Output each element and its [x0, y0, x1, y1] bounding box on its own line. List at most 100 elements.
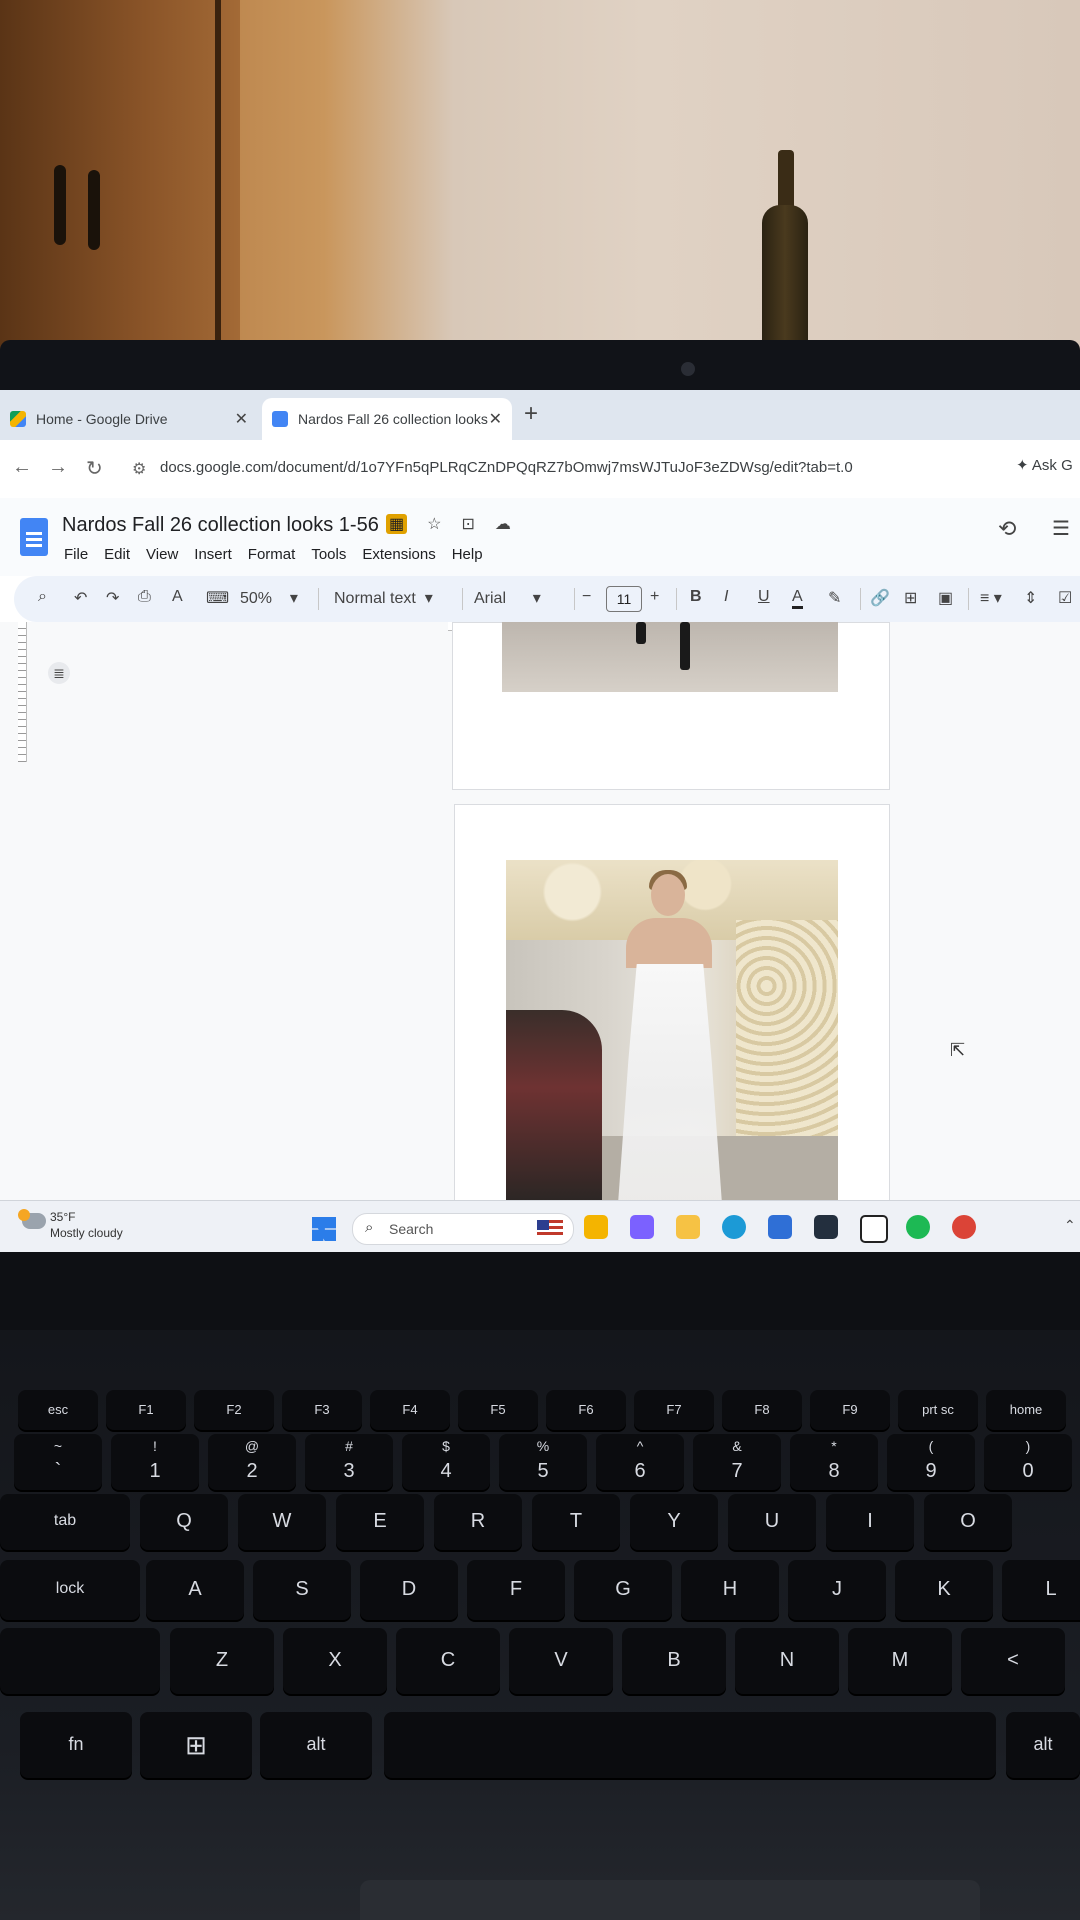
- search-menus-icon[interactable]: ⌕: [38, 588, 47, 606]
- key-6[interactable]: ^ 6: [596, 1434, 684, 1490]
- key-`[interactable]: ~ `: [14, 1434, 102, 1490]
- key-o[interactable]: O: [924, 1494, 1012, 1550]
- document-title[interactable]: Nardos Fall 26 collection looks 1-56: [62, 514, 379, 537]
- italic-button[interactable]: I: [724, 588, 728, 606]
- runway-photo-previous[interactable]: [502, 622, 838, 692]
- key-f2[interactable]: F2: [194, 1390, 274, 1430]
- edge-icon[interactable]: [722, 1215, 746, 1239]
- key-1[interactable]: ! 1: [111, 1434, 199, 1490]
- key-comma[interactable]: <: [961, 1628, 1065, 1694]
- spellcheck-icon[interactable]: A: [172, 588, 183, 606]
- key-d[interactable]: D: [360, 1560, 458, 1620]
- key-f[interactable]: F: [467, 1560, 565, 1620]
- file-manager-icon[interactable]: [584, 1215, 608, 1239]
- key-l[interactable]: L: [1002, 1560, 1080, 1620]
- decrease-font-size-icon[interactable]: −: [582, 588, 591, 606]
- highlight-icon[interactable]: ✎: [828, 588, 841, 608]
- key-esc[interactable]: esc: [18, 1390, 98, 1430]
- undo-icon[interactable]: ↶: [74, 588, 87, 608]
- key-n[interactable]: N: [735, 1628, 839, 1694]
- print-icon[interactable]: ⎙: [138, 588, 151, 606]
- menu-tools[interactable]: Tools: [311, 546, 346, 563]
- key-8[interactable]: * 8: [790, 1434, 878, 1490]
- document-outline-icon[interactable]: ≣: [48, 662, 70, 684]
- key-u[interactable]: U: [728, 1494, 816, 1550]
- key-f5[interactable]: F5: [458, 1390, 538, 1430]
- key-tab[interactable]: tab: [0, 1494, 130, 1550]
- close-tab-icon[interactable]: ✕: [489, 409, 502, 429]
- key-0[interactable]: ) 0: [984, 1434, 1072, 1490]
- key-fn[interactable]: fn: [20, 1712, 132, 1778]
- key-left-shift[interactable]: [0, 1628, 160, 1694]
- site-info-icon[interactable]: ⚙: [132, 459, 146, 479]
- back-arrow-icon[interactable]: ←: [12, 456, 32, 479]
- increase-font-size-icon[interactable]: +: [650, 588, 659, 606]
- ask-gemini-button[interactable]: ✦ Ask G: [1016, 456, 1073, 474]
- key-v[interactable]: V: [509, 1628, 613, 1694]
- taskbar-search[interactable]: ⌕ Search: [352, 1213, 574, 1245]
- key-space[interactable]: [384, 1712, 996, 1778]
- key-f8[interactable]: F8: [722, 1390, 802, 1430]
- new-tab-button[interactable]: +: [524, 400, 538, 428]
- key-g[interactable]: G: [574, 1560, 672, 1620]
- key-right-alt[interactable]: alt: [1006, 1712, 1080, 1778]
- text-color-button[interactable]: A: [792, 588, 803, 609]
- key-a[interactable]: A: [146, 1560, 244, 1620]
- key-y[interactable]: Y: [630, 1494, 718, 1550]
- key-z[interactable]: Z: [170, 1628, 274, 1694]
- windows-start-icon[interactable]: [312, 1217, 336, 1241]
- key-k[interactable]: K: [895, 1560, 993, 1620]
- key-caps-lock[interactable]: lock: [0, 1560, 140, 1620]
- amazon-icon[interactable]: [814, 1215, 838, 1239]
- link-icon[interactable]: 🔗: [870, 588, 890, 608]
- spotify-icon[interactable]: [906, 1215, 930, 1239]
- key-prt-sc[interactable]: prt sc: [898, 1390, 978, 1430]
- key-s[interactable]: S: [253, 1560, 351, 1620]
- key-9[interactable]: (9: [887, 1434, 975, 1490]
- touchpad[interactable]: [360, 1880, 980, 1920]
- key-4[interactable]: $4: [402, 1434, 490, 1490]
- bold-button[interactable]: B: [690, 588, 702, 606]
- key-5[interactable]: % 5: [499, 1434, 587, 1490]
- key-e[interactable]: E: [336, 1494, 424, 1550]
- runway-photo-white-dress[interactable]: [506, 860, 838, 1204]
- zoom-select[interactable]: 50% ▾: [240, 588, 298, 608]
- move-folder-icon[interactable]: ⊡: [461, 514, 474, 534]
- cloud-saved-icon[interactable]: ☁: [495, 514, 511, 534]
- docs-logo-icon[interactable]: [20, 518, 48, 556]
- key-i[interactable]: I: [826, 1494, 914, 1550]
- key-3[interactable]: #3: [305, 1434, 393, 1490]
- key-f3[interactable]: F3: [282, 1390, 362, 1430]
- comments-icon[interactable]: ☰: [1052, 516, 1070, 541]
- key-t[interactable]: T: [532, 1494, 620, 1550]
- store-icon[interactable]: [768, 1215, 792, 1239]
- key-m[interactable]: M: [848, 1628, 952, 1694]
- menu-extensions[interactable]: Extensions: [362, 546, 435, 563]
- menu-view[interactable]: View: [146, 546, 178, 563]
- copilot-icon[interactable]: [630, 1215, 654, 1239]
- key-f7[interactable]: F7: [634, 1390, 714, 1430]
- notion-icon[interactable]: [860, 1215, 888, 1243]
- add-comment-icon[interactable]: ⊞: [904, 588, 917, 608]
- windows-key-icon[interactable]: ⊞: [140, 1712, 252, 1778]
- tab-google-drive[interactable]: Home - Google Drive ✕: [0, 398, 258, 440]
- folder-icon[interactable]: [676, 1215, 700, 1239]
- key-f6[interactable]: F6: [546, 1390, 626, 1430]
- key-j[interactable]: J: [788, 1560, 886, 1620]
- insert-image-icon[interactable]: ▣: [938, 588, 953, 608]
- key-f1[interactable]: F1: [106, 1390, 186, 1430]
- redo-icon[interactable]: ↷: [106, 588, 119, 608]
- star-icon[interactable]: ☆: [427, 514, 441, 534]
- key-home[interactable]: home: [986, 1390, 1066, 1430]
- url-field[interactable]: docs.google.com/document/d/1o7YFn5qPLRqC…: [160, 459, 853, 476]
- offline-icon[interactable]: ▦: [386, 514, 408, 534]
- key-h[interactable]: H: [681, 1560, 779, 1620]
- key-2[interactable]: @2: [208, 1434, 296, 1490]
- line-spacing-icon[interactable]: ⇕: [1024, 588, 1037, 608]
- paint-format-icon[interactable]: ⌨: [206, 588, 229, 608]
- key-q[interactable]: Q: [140, 1494, 228, 1550]
- chevron-up-icon[interactable]: ⌃: [1064, 1217, 1076, 1234]
- close-tab-icon[interactable]: ✕: [235, 409, 248, 429]
- menu-insert[interactable]: Insert: [194, 546, 232, 563]
- menu-file[interactable]: File: [64, 546, 88, 563]
